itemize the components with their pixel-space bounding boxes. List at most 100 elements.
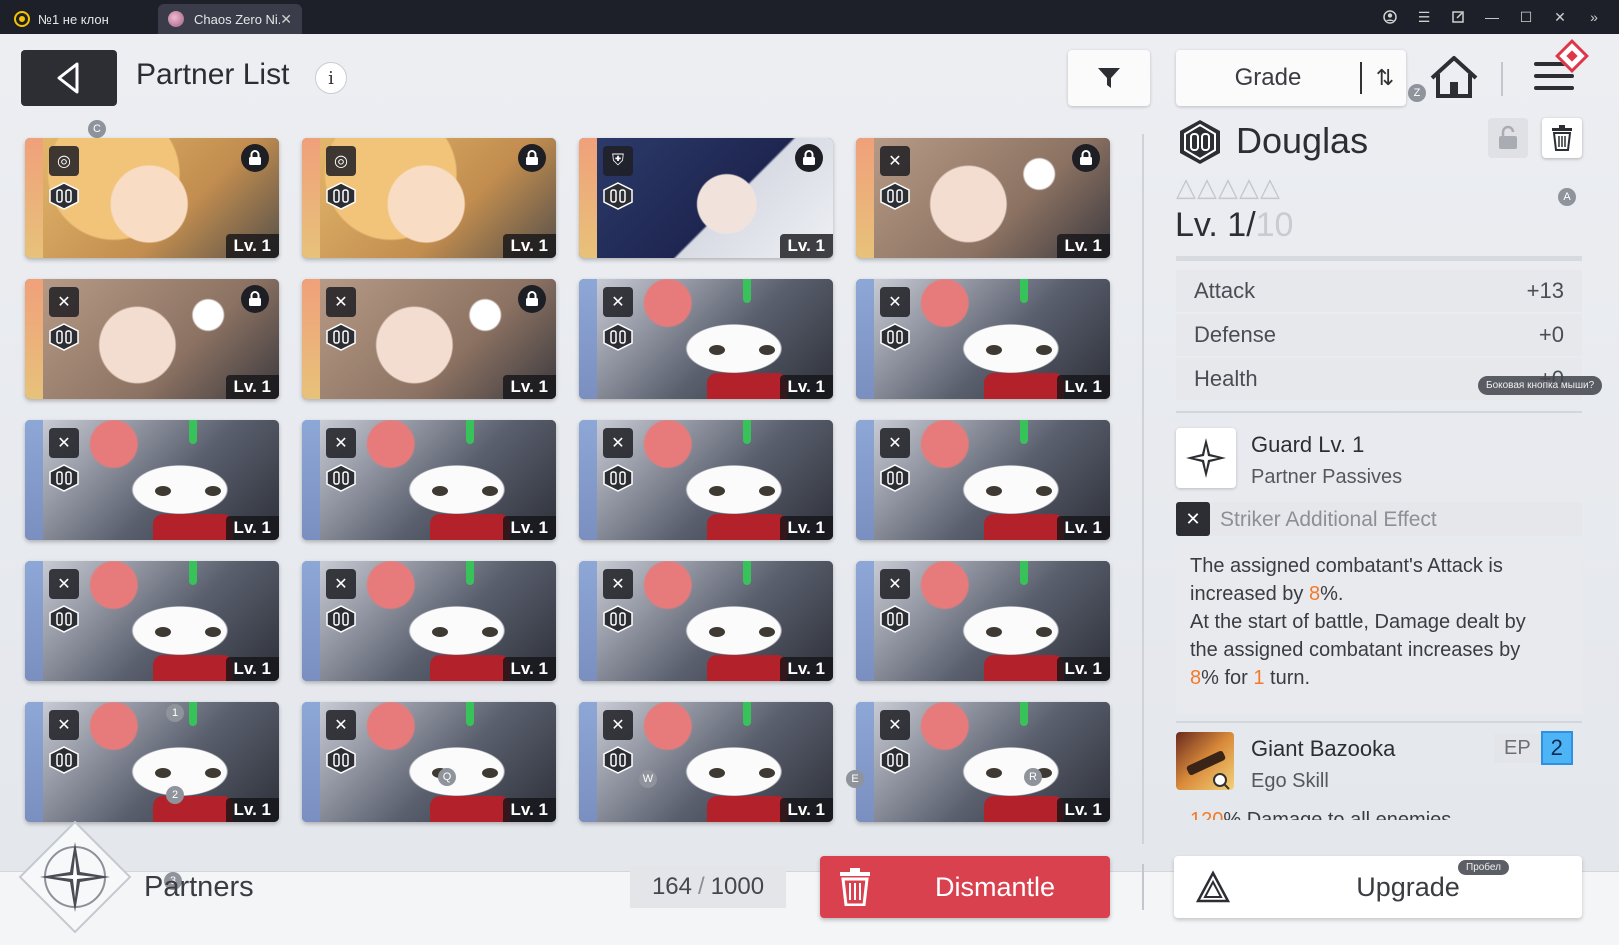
partner-level: Lv. 1	[225, 516, 279, 540]
filter-icon	[1098, 68, 1120, 88]
count-current: 164	[651, 873, 692, 900]
striker-icon: ✕	[49, 710, 79, 740]
external-icon[interactable]	[1441, 0, 1475, 34]
home-button[interactable]	[1426, 52, 1482, 102]
partner-card[interactable]: ◎ Lv. 1	[25, 138, 279, 258]
portrait-detail	[155, 486, 171, 496]
menu-line	[1534, 86, 1574, 90]
rank-icon	[603, 746, 633, 774]
account-icon[interactable]	[1373, 0, 1407, 34]
partner-card[interactable]: ✕ Lv. 1	[856, 561, 1110, 681]
dismantle-button[interactable]: Dismantle	[820, 856, 1110, 918]
partner-name: Douglas	[1236, 120, 1369, 161]
striker-icon: ✕	[49, 569, 79, 599]
striker-effect-row: ✕ Striker Additional Effect	[1176, 502, 1582, 536]
sort-dropdown[interactable]: Grade ⇅	[1176, 50, 1406, 106]
partner-card[interactable]: ✕ Lv. 1	[25, 420, 279, 540]
star-rating: △△△△△	[1176, 172, 1281, 202]
effect-label: Striker Additional Effect	[1220, 508, 1437, 531]
sidebar-toggle-icon[interactable]: »	[1577, 0, 1611, 34]
menu-icon[interactable]: ☰	[1407, 0, 1441, 34]
passive-skill-button[interactable]	[1176, 428, 1236, 488]
desc-line: At the start of battle, Damage dealt by	[1190, 611, 1526, 633]
close-tab-icon[interactable]: ✕	[280, 11, 292, 28]
filter-button[interactable]	[1068, 50, 1150, 106]
upgrade-button[interactable]: Upgrade	[1174, 856, 1582, 918]
rank-icon	[603, 182, 633, 210]
home-icon	[1430, 56, 1478, 98]
back-arrow-icon	[57, 62, 79, 94]
partner-card[interactable]: ✕ Lv. 1	[856, 702, 1110, 822]
partner-card[interactable]: ✕ Lv. 1	[579, 279, 833, 399]
portrait-detail	[155, 627, 171, 637]
partner-card[interactable]: ✕ Lv. 1	[856, 138, 1110, 258]
rarity-strip	[25, 561, 43, 681]
delete-button[interactable]	[1542, 118, 1582, 158]
rank-badge-icon	[1180, 120, 1220, 164]
partner-card[interactable]: ✕ Lv. 1	[302, 561, 556, 681]
rank-icon	[49, 464, 79, 492]
partner-card[interactable]: ✕ Lv. 1	[302, 420, 556, 540]
trash-icon	[1552, 125, 1572, 151]
passive-skill-title: Guard Lv. 1	[1251, 432, 1365, 457]
main-menu-button[interactable]	[1530, 39, 1589, 100]
back-button[interactable]	[21, 50, 117, 106]
sort-order-icon[interactable]: ⇅	[1370, 62, 1400, 94]
portrait-detail	[709, 486, 725, 496]
partners-label: Partners	[144, 871, 254, 903]
partner-card[interactable]: ✕ Lv. 1	[579, 702, 833, 822]
maximize-icon[interactable]: ☐	[1509, 0, 1543, 34]
portrait-detail	[743, 279, 751, 303]
rarity-strip	[302, 420, 320, 540]
rarity-strip	[579, 561, 597, 681]
partner-card[interactable]: ✕ Lv. 1	[25, 702, 279, 822]
portrait-detail	[1036, 345, 1052, 355]
portrait-detail	[759, 768, 775, 778]
hint-badge-z: Z	[1408, 84, 1426, 102]
ego-skill-button[interactable]	[1176, 732, 1234, 790]
partner-count: 164 / 1000	[630, 866, 786, 908]
partner-card[interactable]: ✕ Lv. 1	[579, 420, 833, 540]
partner-level: Lv. 1	[502, 798, 556, 822]
stat-value: +0	[1538, 322, 1564, 347]
partner-card[interactable]: ✕ Lv. 1	[25, 561, 279, 681]
rarity-strip	[856, 279, 874, 399]
partner-card[interactable]: ✕ Lv. 1	[25, 279, 279, 399]
portrait-detail	[984, 796, 1064, 822]
partner-card[interactable]: ✕ Lv. 1	[302, 702, 556, 822]
lock-button[interactable]	[1488, 118, 1528, 158]
hint-badge-c: C	[88, 120, 106, 138]
lock-icon	[795, 144, 823, 172]
info-button[interactable]: i	[315, 62, 347, 94]
portrait-detail	[466, 702, 474, 726]
shield-icon: ⛨	[603, 146, 633, 176]
partner-card[interactable]: ✕ Lv. 1	[856, 420, 1110, 540]
partner-card[interactable]: ✕ Lv. 1	[579, 561, 833, 681]
portrait-detail	[432, 486, 448, 496]
partner-level: Lv. 1	[502, 657, 556, 681]
rarity-strip	[856, 420, 874, 540]
hint-badge-a: A	[1558, 188, 1576, 206]
tab-game[interactable]: Chaos Zero Ni... ✕	[158, 4, 302, 34]
hint-badge-1: 1	[166, 704, 184, 722]
space-key-tooltip: Пробел	[1458, 860, 1509, 875]
rarity-strip	[579, 279, 597, 399]
partner-card[interactable]: ✕ Lv. 1	[302, 279, 556, 399]
portrait-detail	[482, 486, 498, 496]
partner-card[interactable]: ⛨ Lv. 1	[579, 138, 833, 258]
partner-grid: ◎ Lv. 1 ◎ Lv. 1 ⛨ Lv. 1 ✕ Lv. 1 ✕ Lv. 1 ✕ Lv. 1 ✕ Lv.…	[25, 138, 1120, 868]
partner-card[interactable]: ✕ Lv. 1	[856, 279, 1110, 399]
trash-icon	[840, 868, 870, 906]
portrait-detail	[205, 627, 221, 637]
minimize-icon[interactable]: —	[1475, 0, 1509, 34]
rank-icon	[49, 182, 79, 210]
close-icon[interactable]: ✕	[1543, 0, 1577, 34]
rank-icon	[326, 464, 356, 492]
portrait-detail	[1036, 486, 1052, 496]
stat-label: Health	[1194, 366, 1258, 391]
panel-divider	[1142, 134, 1144, 844]
emulator-titlebar: №1 не клон Chaos Zero Ni... ✕ ☰ — ☐ ✕ »	[0, 0, 1619, 34]
tab-app[interactable]: №1 не клон	[6, 4, 156, 34]
partner-level: Lv. 1	[225, 798, 279, 822]
partner-card[interactable]: ◎ Lv. 1	[302, 138, 556, 258]
